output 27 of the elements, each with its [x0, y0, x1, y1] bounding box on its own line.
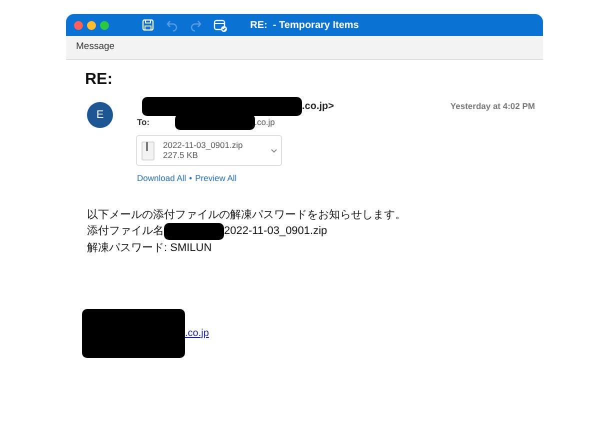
- toolbar-tab[interactable]: Message: [76, 41, 115, 52]
- avatar: E: [87, 102, 113, 128]
- calendar-check-icon[interactable]: [213, 18, 227, 32]
- caret-icon[interactable]: [271, 148, 277, 152]
- to-label: To:: [137, 116, 150, 128]
- attachment-name: 2022-11-03_0901.zip: [163, 140, 243, 150]
- zip-file-icon: [141, 140, 155, 160]
- redaction-mark: [164, 222, 224, 240]
- attachment-link[interactable]: Preview All: [195, 172, 237, 185]
- subject-heading: RE:: [85, 70, 114, 90]
- sender-address: .co.jp>: [302, 100, 334, 114]
- received-date: Yesterday at 4:02 PM: [450, 100, 536, 112]
- minimize-button[interactable]: [87, 20, 96, 30]
- zoom-button[interactable]: [100, 20, 109, 30]
- attachment-size: 227.5 KB: [163, 150, 198, 160]
- body-text: 解凍パスワード: SMILUN: [87, 240, 212, 256]
- close-button[interactable]: [74, 20, 83, 30]
- body-text: 2022-11-03_0901.zip: [224, 224, 328, 240]
- recipient-address: .co.jp: [254, 116, 275, 128]
- body-text: 添付ファイル名: [87, 224, 164, 240]
- attachment-link[interactable]: Download All: [137, 172, 186, 185]
- attachment-card[interactable]: 2022-11-03_0901.zip 227.5 KB: [136, 135, 282, 166]
- body-text: 以下メールの添付ファイルの解凍パスワードをお知らせします。: [87, 208, 406, 223]
- signature-link[interactable]: .co.jp: [185, 326, 209, 341]
- separator-dot: •: [189, 172, 192, 185]
- window-title: RE: - Temporary Items: [250, 18, 359, 32]
- save-icon[interactable]: [141, 18, 155, 32]
